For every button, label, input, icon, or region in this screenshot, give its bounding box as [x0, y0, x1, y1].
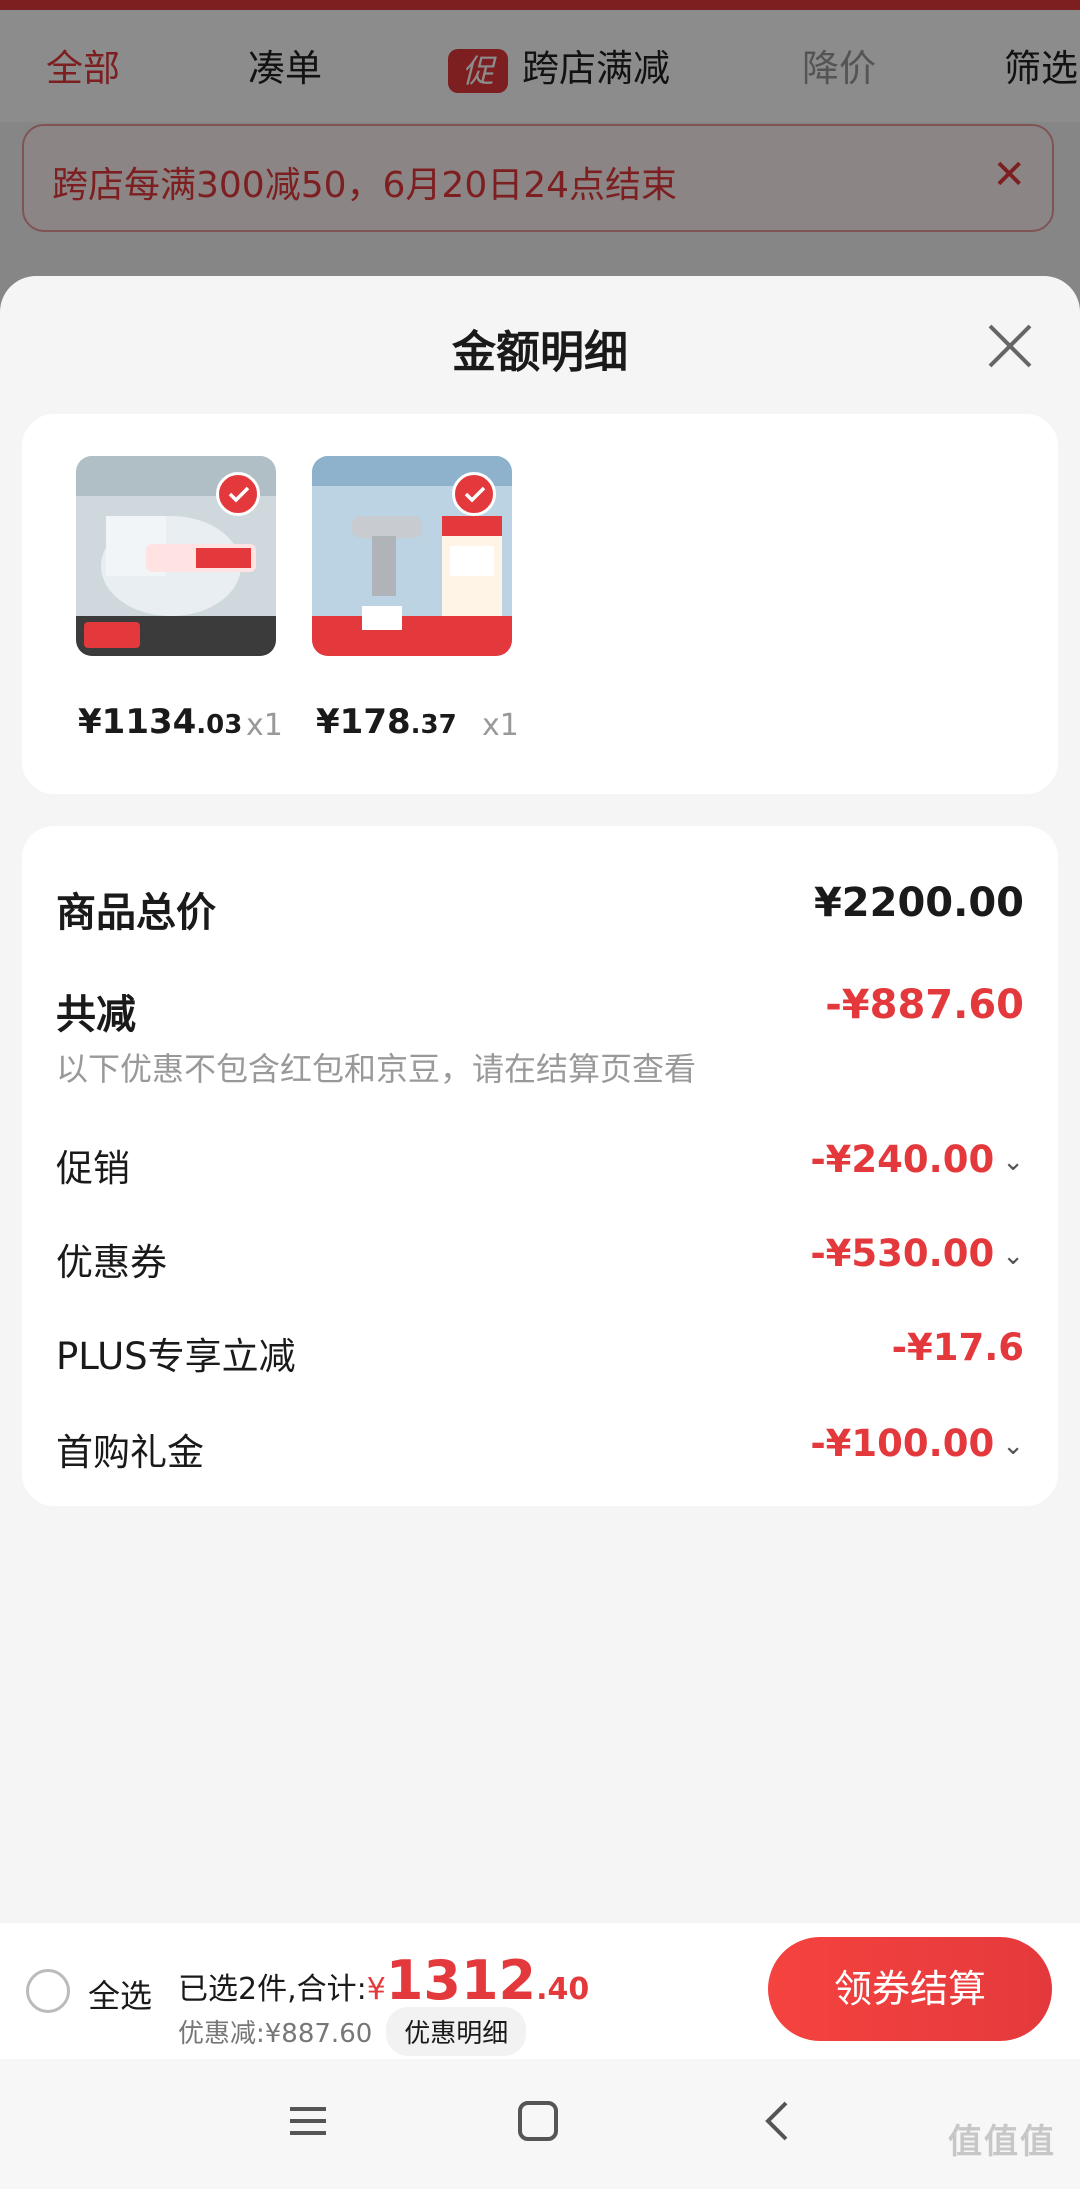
- first-gift-row[interactable]: -¥100.00 ⌄: [810, 1422, 1024, 1465]
- discount-amount: 优惠减:¥887.60: [178, 2019, 373, 2049]
- first-gift-value: -¥100.00: [810, 1422, 995, 1465]
- discount-note: 以下优惠不包含红包和京豆，请在结算页查看: [56, 1050, 697, 1088]
- checkout-bar: 全选 已选2件,合计:¥1312.40 优惠减:¥887.60 优惠明细 领券结算: [0, 1923, 1080, 2059]
- watermark: 值值值: [948, 2122, 1056, 2162]
- promo-value: -¥240.00: [810, 1138, 995, 1181]
- selected-check-icon[interactable]: [216, 472, 260, 516]
- menu-icon[interactable]: [286, 2099, 330, 2143]
- price-dec: .03: [196, 710, 243, 740]
- product-price: ¥178.37: [316, 702, 457, 742]
- first-gift-label: 首购礼金: [56, 1431, 204, 1474]
- summary-line: 已选2件,合计:¥1312.40: [178, 1949, 589, 2012]
- summary-prefix: 已选2件,合计:: [178, 1972, 367, 2007]
- price-int: ¥1134: [78, 702, 197, 742]
- total-value: ¥2200.00: [813, 880, 1024, 926]
- summary-yen: ¥: [366, 1972, 386, 2007]
- close-icon[interactable]: [982, 318, 1038, 374]
- reduce-label: 共减: [56, 992, 136, 1038]
- discount-line: 优惠减:¥887.60 优惠明细: [178, 2007, 527, 2056]
- promo-label: 促销: [56, 1147, 130, 1190]
- summary-total-dec: .40: [536, 1972, 590, 2007]
- checkout-button[interactable]: 领券结算: [768, 1937, 1052, 2041]
- amount-detail-sheet: 金额明细 ¥1134.03 x1 ¥178.37 x1 商品总价 ¥2200.0…: [0, 276, 1080, 2189]
- system-nav-bar: [0, 2059, 1080, 2189]
- coupon-label: 优惠券: [56, 1241, 167, 1284]
- sheet-header: 金额明细: [0, 276, 1080, 400]
- chevron-down-icon[interactable]: ⌄: [1002, 1431, 1024, 1461]
- product-thumbnail[interactable]: [312, 456, 512, 656]
- chevron-down-icon[interactable]: ⌄: [1002, 1241, 1024, 1271]
- coupon-value: -¥530.00: [810, 1232, 995, 1275]
- product-price: ¥1134.03: [78, 702, 242, 742]
- product-thumbnail[interactable]: [76, 456, 276, 656]
- total-label: 商品总价: [56, 890, 216, 936]
- select-all-label[interactable]: 全选: [88, 1971, 152, 2017]
- reduce-value: -¥887.60: [825, 982, 1024, 1028]
- price-int: ¥178: [316, 702, 411, 742]
- select-all-radio[interactable]: [26, 1969, 70, 2013]
- summary-total-int: 1312: [385, 1949, 537, 2012]
- product-list: ¥1134.03 x1 ¥178.37 x1: [22, 414, 1058, 794]
- back-icon[interactable]: [756, 2099, 800, 2143]
- coupon-row[interactable]: -¥530.00 ⌄: [810, 1232, 1024, 1275]
- home-icon[interactable]: [516, 2099, 560, 2143]
- price-dec: .37: [410, 710, 457, 740]
- plus-value: -¥17.6: [891, 1326, 1024, 1369]
- discount-detail-button[interactable]: 优惠明细: [386, 2007, 527, 2056]
- product-qty: x1: [482, 708, 519, 743]
- plus-label: PLUS专享立减: [56, 1335, 296, 1378]
- price-breakdown: 商品总价 ¥2200.00 共减 -¥887.60 以下优惠不包含红包和京豆，请…: [22, 826, 1058, 1506]
- chevron-down-icon[interactable]: ⌄: [1002, 1147, 1024, 1177]
- product-qty: x1: [246, 708, 283, 743]
- sheet-title: 金额明细: [452, 327, 628, 378]
- promo-row[interactable]: -¥240.00 ⌄: [810, 1138, 1024, 1181]
- selected-check-icon[interactable]: [452, 472, 496, 516]
